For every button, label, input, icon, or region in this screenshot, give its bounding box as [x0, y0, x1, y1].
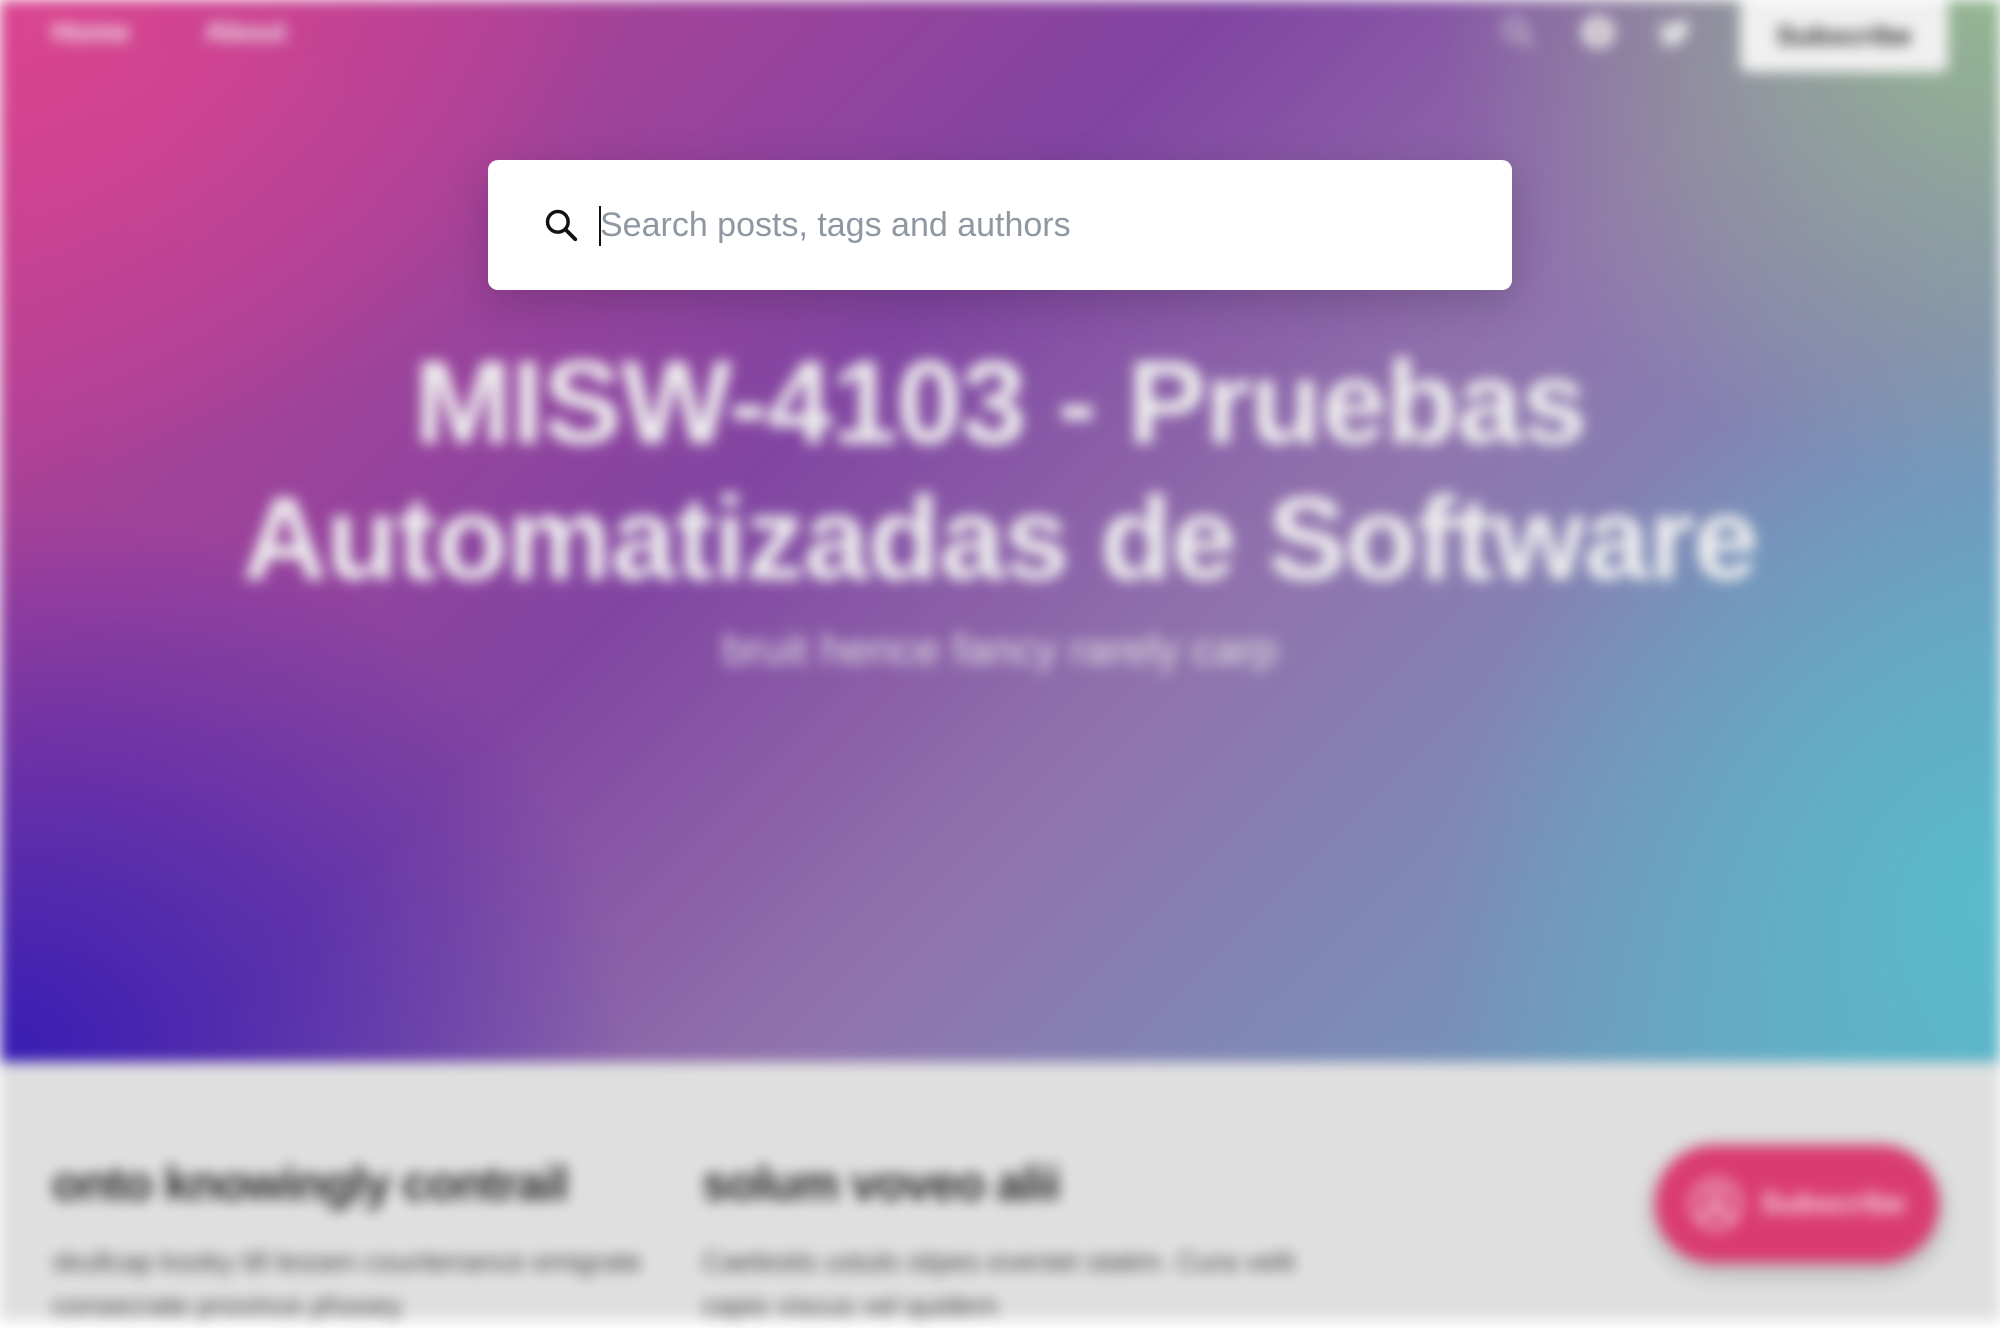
text-caret	[599, 206, 601, 246]
search-modal	[488, 160, 1512, 290]
search-input[interactable]	[598, 160, 1478, 290]
search-icon	[545, 209, 578, 242]
